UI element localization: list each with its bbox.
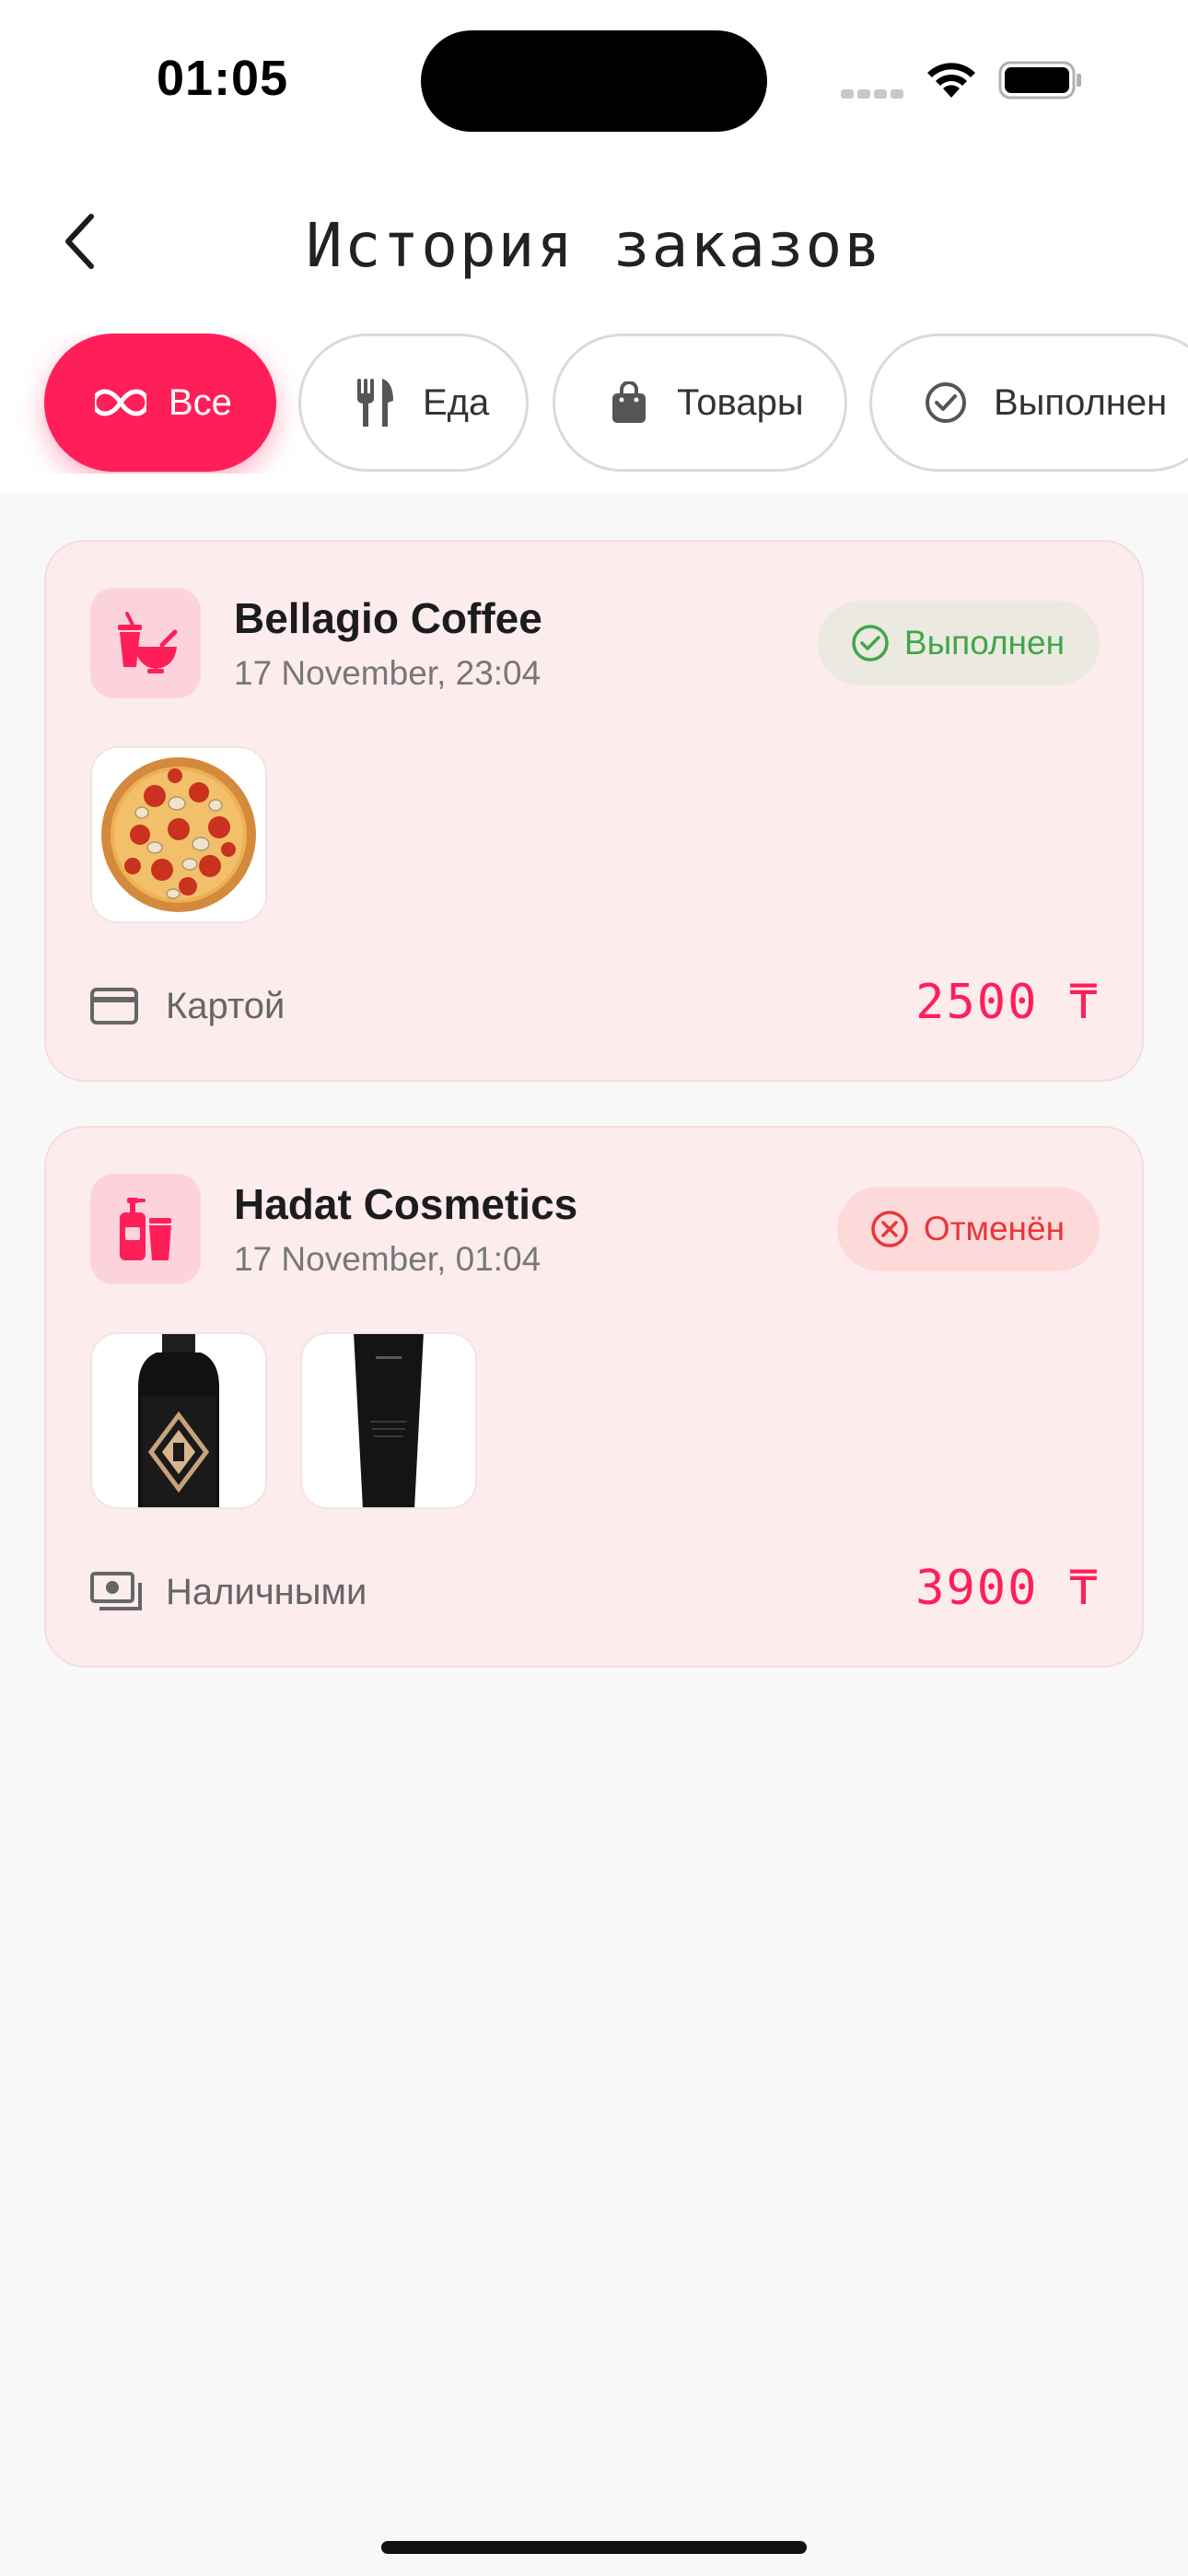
cosmetics-tube-image: [354, 1334, 424, 1507]
status-badge: Выполнен: [817, 601, 1100, 685]
order-price: 2500 ₸: [915, 975, 1100, 1030]
order-card[interactable]: Bellagio Coffee 17 November, 23:04 Выпол…: [44, 540, 1144, 1082]
wifi-icon: [927, 63, 975, 98]
page-title: История заказов: [305, 210, 883, 281]
filter-chip-label: Выполнен: [994, 381, 1168, 423]
filter-chip-all[interactable]: Все: [44, 334, 276, 472]
filter-chips: Все Еда Товары Выполнен: [0, 334, 1188, 474]
check-circle-icon: [851, 624, 890, 662]
battery-icon: [998, 61, 1081, 100]
order-history-screen: 01:05 История заказов Все Еда Товары Вып…: [0, 0, 1188, 2576]
payment-method: Наличными: [90, 1566, 367, 1618]
order-items: [90, 746, 300, 923]
store-name: Hadat Cosmetics: [234, 1180, 578, 1228]
check-circle-icon: [920, 377, 972, 428]
item-thumbnail-pizza: [90, 746, 267, 923]
filter-chip-label: Еда: [423, 381, 490, 423]
cellular-signal-icon: [841, 87, 907, 103]
order-date: 17 November, 01:04: [234, 1240, 542, 1278]
status-badge: Отменён: [836, 1187, 1100, 1271]
shopping-bag-icon: [603, 377, 655, 428]
status-label: Отменён: [923, 1210, 1065, 1247]
header-area: 01:05 История заказов Все Еда Товары Вып…: [0, 0, 1188, 493]
filter-chip-food[interactable]: Еда: [298, 334, 529, 472]
filter-chip-completed[interactable]: Выполнен: [869, 334, 1188, 472]
filter-chip-goods[interactable]: Товары: [553, 334, 847, 472]
dynamic-island: [421, 30, 767, 132]
order-items: [90, 1332, 510, 1509]
status-time: 01:05: [157, 51, 289, 106]
store-name: Bellagio Coffee: [234, 594, 542, 642]
cosmetics-bottle-image: [138, 1334, 219, 1507]
item-thumbnail-tube: [300, 1332, 477, 1509]
filter-chip-label: Все: [169, 381, 232, 423]
pizza-image: [101, 757, 256, 912]
payment-method: Картой: [90, 980, 285, 1032]
navigation-bar: История заказов: [0, 184, 1188, 304]
infinity-icon: [95, 377, 146, 428]
food-drink-icon: [90, 588, 201, 698]
fork-knife-icon: [349, 377, 401, 428]
home-indicator[interactable]: [381, 2541, 807, 2554]
order-date: 17 November, 23:04: [234, 654, 542, 692]
cash-icon: [90, 1566, 142, 1618]
status-bar: 01:05: [0, 0, 1188, 157]
status-label: Выполнен: [903, 624, 1065, 662]
cosmetics-icon: [90, 1174, 201, 1284]
payment-label: Картой: [166, 985, 285, 1026]
item-thumbnail-bottle: [90, 1332, 267, 1509]
payment-label: Наличными: [166, 1571, 367, 1612]
x-circle-icon: [870, 1210, 909, 1248]
order-price: 3900 ₸: [915, 1561, 1100, 1616]
filter-chip-label: Товары: [677, 381, 804, 423]
credit-card-icon: [90, 980, 142, 1032]
order-card[interactable]: Hadat Cosmetics 17 November, 01:04 Отмен…: [44, 1126, 1144, 1668]
